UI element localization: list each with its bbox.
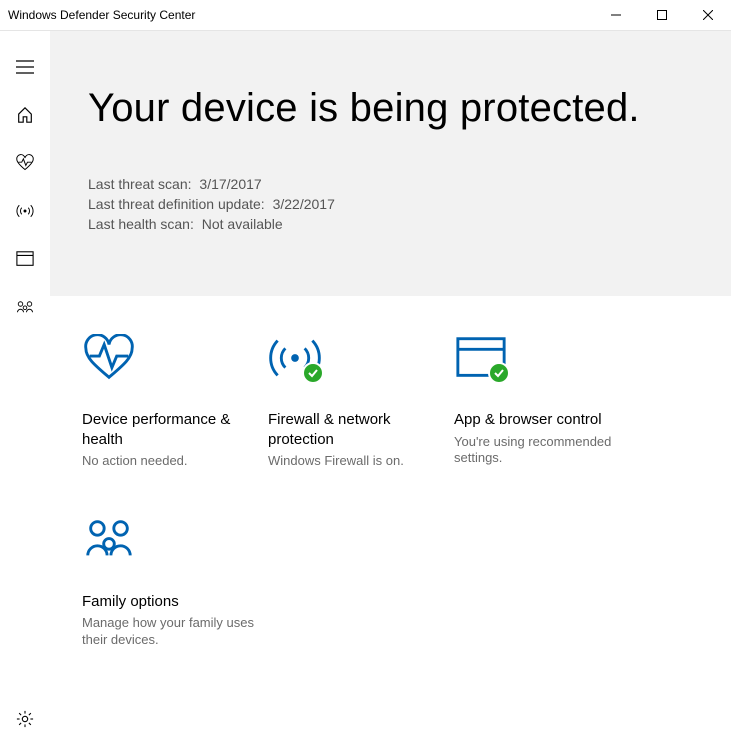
- checkmark-icon: [493, 367, 505, 379]
- card-desc: Windows Firewall is on.: [268, 453, 454, 470]
- hero-stats: Last threat scan: 3/17/2017 Last threat …: [88, 176, 693, 232]
- card-icon-wrap: [268, 334, 454, 404]
- card-firewall[interactable]: Firewall & network protection Windows Fi…: [268, 334, 454, 470]
- stat-label: Last threat definition update:: [88, 196, 265, 212]
- menu-button[interactable]: [0, 43, 50, 91]
- window-icon: [16, 250, 34, 268]
- sidebar-item-health[interactable]: [0, 139, 50, 187]
- card-family[interactable]: Family options Manage how your family us…: [82, 516, 268, 649]
- status-ok-badge: [488, 362, 510, 384]
- sidebar: [0, 31, 50, 743]
- stat-last-threat-scan: Last threat scan: 3/17/2017: [88, 176, 693, 192]
- maximize-button[interactable]: [639, 0, 685, 30]
- sidebar-item-family[interactable]: [0, 283, 50, 331]
- minimize-button[interactable]: [593, 0, 639, 30]
- hero-title: Your device is being protected.: [88, 86, 693, 131]
- content-area: Your device is being protected. Last thr…: [50, 31, 731, 743]
- maximize-icon: [657, 10, 667, 20]
- stat-label: Last threat scan:: [88, 176, 192, 192]
- family-icon: [16, 298, 34, 316]
- sidebar-item-app-browser[interactable]: [0, 235, 50, 283]
- hamburger-icon: [16, 58, 34, 76]
- cards-grid: Device performance & health No action ne…: [50, 296, 731, 695]
- card-icon-wrap: [82, 516, 268, 586]
- stat-label: Last health scan:: [88, 216, 194, 232]
- card-desc: Manage how your family uses their device…: [82, 615, 268, 649]
- sidebar-item-firewall[interactable]: [0, 187, 50, 235]
- sidebar-item-settings[interactable]: [0, 695, 50, 743]
- stat-last-health-scan: Last health scan: Not available: [88, 216, 693, 232]
- card-desc: No action needed.: [82, 453, 268, 470]
- close-button[interactable]: [685, 0, 731, 30]
- gear-icon: [16, 710, 34, 728]
- heartbeat-icon: [16, 154, 34, 172]
- card-title: App & browser control: [454, 410, 640, 430]
- card-title: Family options: [82, 592, 268, 612]
- broadcast-icon: [16, 202, 34, 220]
- family-icon: [82, 516, 136, 564]
- stat-value: Not available: [202, 216, 283, 232]
- home-icon: [16, 106, 34, 124]
- sidebar-item-home[interactable]: [0, 91, 50, 139]
- stat-value: 3/17/2017: [199, 176, 261, 192]
- heartbeat-icon: [82, 334, 136, 382]
- close-icon: [703, 10, 713, 20]
- titlebar: Windows Defender Security Center: [0, 0, 731, 31]
- stat-last-definition-update: Last threat definition update: 3/22/2017: [88, 196, 693, 212]
- stat-value: 3/22/2017: [273, 196, 335, 212]
- hero-panel: Your device is being protected. Last thr…: [50, 31, 731, 296]
- card-icon-wrap: [454, 334, 640, 404]
- card-device-health[interactable]: Device performance & health No action ne…: [82, 334, 268, 470]
- status-ok-badge: [302, 362, 324, 384]
- card-title: Firewall & network protection: [268, 410, 454, 449]
- card-app-browser[interactable]: App & browser control You're using recom…: [454, 334, 640, 470]
- card-icon-wrap: [82, 334, 268, 404]
- window-controls: [593, 0, 731, 30]
- card-title: Device performance & health: [82, 410, 268, 449]
- window-title: Windows Defender Security Center: [8, 8, 593, 22]
- checkmark-icon: [307, 367, 319, 379]
- card-desc: You're using recommended settings.: [454, 434, 640, 468]
- minimize-icon: [611, 10, 621, 20]
